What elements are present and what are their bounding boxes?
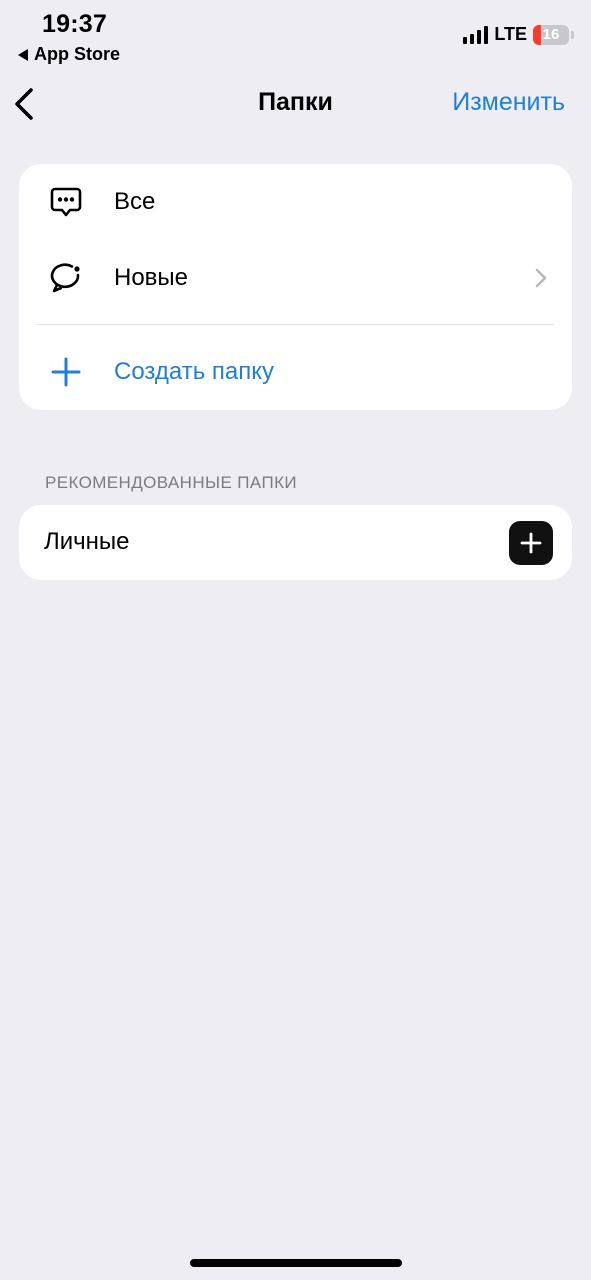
folder-label-new: Новые — [114, 264, 189, 291]
folder-row-all[interactable]: Все — [19, 176, 572, 228]
divider — [37, 324, 554, 325]
battery-fill — [533, 24, 541, 45]
plus-icon — [51, 357, 81, 387]
home-indicator[interactable] — [190, 1259, 402, 1267]
signal-strength-icon — [463, 25, 489, 44]
chat-bubble-new-icon — [50, 263, 80, 293]
back-triangle-icon — [18, 48, 28, 61]
chat-bubble-dots-icon — [50, 187, 82, 217]
add-suggested-folder-button[interactable] — [509, 521, 553, 565]
create-folder-label: Создать папку — [114, 358, 274, 385]
create-folder-button[interactable]: Создать папку — [19, 346, 572, 398]
battery-nub — [571, 30, 574, 39]
folder-label-all: Все — [114, 188, 156, 215]
battery-icon: 16 — [533, 24, 574, 45]
suggested-folder-label: Личные — [44, 528, 130, 555]
suggested-folder-row: Личные — [19, 505, 572, 580]
folders-card: Все Новые Создать папку — [19, 164, 572, 410]
folder-row-new[interactable]: Новые — [19, 252, 572, 304]
chevron-right-icon — [535, 268, 547, 288]
back-to-app-store[interactable]: App Store — [18, 44, 120, 65]
folders-screen: 19:37 App Store LTE 16 Папки Изменить Вс… — [0, 0, 591, 1280]
back-app-label: App Store — [34, 44, 121, 64]
status-indicators: LTE 16 — [463, 24, 574, 45]
network-type: LTE — [494, 24, 527, 44]
suggested-folders-header: РЕКОМЕНДОВАННЫЕ ПАПКИ — [45, 473, 298, 492]
battery-level: 16 — [542, 26, 560, 43]
status-time: 19:37 — [42, 10, 107, 38]
plus-icon — [520, 532, 542, 554]
edit-button[interactable]: Изменить — [452, 88, 565, 117]
